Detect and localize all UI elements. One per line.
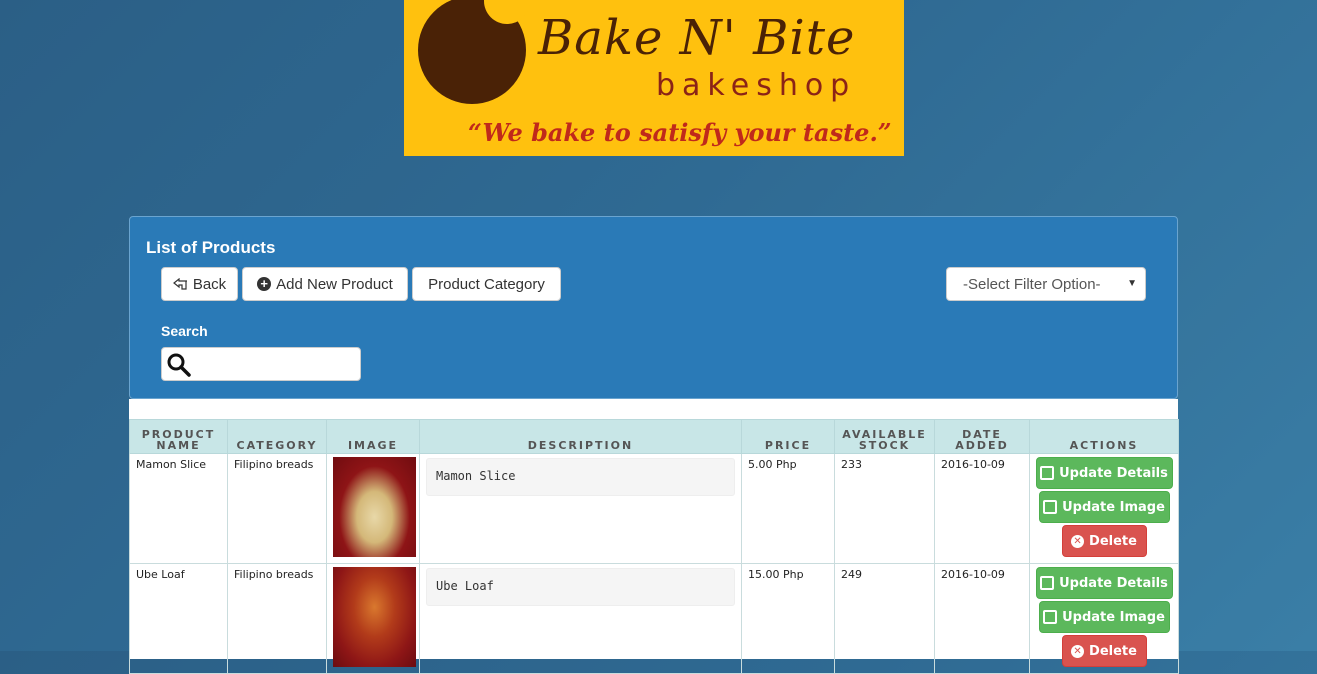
delete-button[interactable]: ✕ Delete <box>1061 525 1147 557</box>
product-image <box>333 457 416 557</box>
products-table-container: PRODUCT NAME CATEGORY IMAGE DESCRIPTION … <box>129 419 1179 674</box>
back-button-label: Back <box>192 275 227 293</box>
col-header-price: PRICE <box>741 419 835 454</box>
product-category: Filipino breads <box>227 563 327 674</box>
product-description-cell: Ube Loaf <box>419 563 742 674</box>
col-header-stock: AVAILABLE STOCK <box>834 419 935 454</box>
product-description: Mamon Slice <box>426 458 735 496</box>
delete-label: Delete <box>1089 533 1137 549</box>
product-name: Ube Loaf <box>129 563 228 674</box>
product-date: 2016-10-09 <box>934 563 1030 674</box>
table-row: Ube Loaf Filipino breads Ube Loaf 15.00 … <box>129 563 1179 674</box>
update-image-button[interactable]: Update Image <box>1038 601 1170 633</box>
remove-circle-icon: ✕ <box>1071 534 1085 548</box>
filter-select[interactable]: -Select Filter Option- ▼ <box>946 267 1146 301</box>
update-image-button[interactable]: Update Image <box>1038 491 1170 523</box>
update-image-label: Update Image <box>1062 499 1165 515</box>
product-category-button[interactable]: Product Category <box>412 267 561 301</box>
col-header-name: PRODUCT NAME <box>129 419 228 454</box>
add-product-label: Add New Product <box>276 275 393 293</box>
logo-subtitle: bakeshop <box>656 68 857 103</box>
products-panel: List of Products Back + Add New Product … <box>129 216 1178 399</box>
product-image-cell <box>326 563 420 674</box>
product-description-cell: Mamon Slice <box>419 453 742 564</box>
edit-icon <box>1043 610 1058 624</box>
product-category-label: Product Category <box>428 275 545 293</box>
search-input[interactable] <box>196 350 360 380</box>
panel-gap <box>129 399 1178 419</box>
chevron-down-icon: ▼ <box>1127 278 1137 289</box>
add-product-button[interactable]: + Add New Product <box>242 267 408 301</box>
product-category: Filipino breads <box>227 453 327 564</box>
edit-icon <box>1043 500 1058 514</box>
col-header-category: CATEGORY <box>227 419 327 454</box>
remove-circle-icon: ✕ <box>1071 644 1085 658</box>
product-date: 2016-10-09 <box>934 453 1030 564</box>
col-header-image: IMAGE <box>326 419 420 454</box>
table-row: Mamon Slice Filipino breads Mamon Slice … <box>129 453 1179 564</box>
product-image-cell <box>326 453 420 564</box>
edit-icon <box>1040 466 1055 480</box>
product-price: 15.00 Php <box>741 563 835 674</box>
delete-label: Delete <box>1089 643 1137 659</box>
col-header-description: DESCRIPTION <box>419 419 742 454</box>
page-title: List of Products <box>146 238 276 257</box>
product-price: 5.00 Php <box>741 453 835 564</box>
plus-circle-icon: + <box>257 277 272 291</box>
search-field[interactable] <box>161 347 361 381</box>
update-details-label: Update Details <box>1059 465 1168 481</box>
products-table: PRODUCT NAME CATEGORY IMAGE DESCRIPTION … <box>129 419 1179 674</box>
product-description: Ube Loaf <box>426 568 735 606</box>
col-header-date: DATE ADDED <box>934 419 1030 454</box>
update-details-button[interactable]: Update Details <box>1035 567 1173 599</box>
search-label: Search <box>161 323 208 339</box>
col-header-actions: ACTIONS <box>1029 419 1179 454</box>
search-icon <box>167 353 191 377</box>
bakeshop-logo: Bake N' Bite bakeshop “We bake to satisf… <box>404 0 904 156</box>
product-name: Mamon Slice <box>129 453 228 564</box>
product-stock: 249 <box>834 563 935 674</box>
hand-pointer-icon <box>172 278 187 290</box>
product-stock: 233 <box>834 453 935 564</box>
delete-button[interactable]: ✕ Delete <box>1061 635 1147 667</box>
update-details-label: Update Details <box>1059 575 1168 591</box>
table-header-row: PRODUCT NAME CATEGORY IMAGE DESCRIPTION … <box>129 419 1179 454</box>
filter-select-value: -Select Filter Option- <box>963 275 1101 293</box>
product-image <box>333 567 416 667</box>
logo-brand: Bake N' Bite <box>538 10 856 66</box>
back-button[interactable]: Back <box>161 267 238 301</box>
update-image-label: Update Image <box>1062 609 1165 625</box>
row-actions: Update Details Update Image ✕ Delete <box>1029 563 1179 674</box>
row-actions: Update Details Update Image ✕ Delete <box>1029 453 1179 564</box>
logo-tagline: “We bake to satisfy your taste.” <box>468 118 892 147</box>
update-details-button[interactable]: Update Details <box>1035 457 1173 489</box>
edit-icon <box>1040 576 1055 590</box>
